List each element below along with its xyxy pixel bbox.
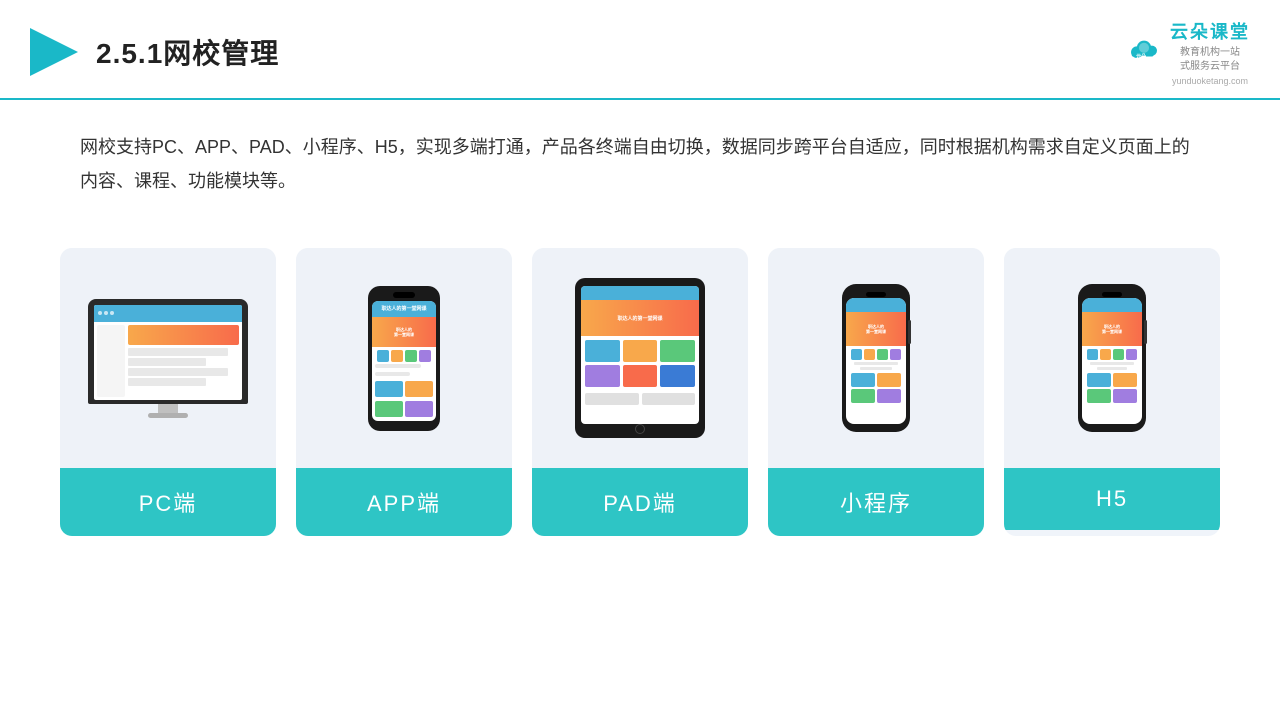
header-right: 云朵 云朵课堂 教育机构一站式服务云平台 yunduoketang.com [1126,18,1250,86]
page-title: 2.5.1网校管理 [96,32,279,72]
brand-name: 云朵课堂 [1170,18,1250,44]
card-pc-label: PC端 [60,468,276,536]
card-pc-image [60,248,276,468]
platform-cards: PC端 职达人的第一堂网课 职达人的第一堂网课 [0,228,1280,556]
card-pad-label: PAD端 [532,468,748,536]
logo-arrow-icon [30,28,78,76]
phone-h5-mockup: 职达人的第一堂网课 [1078,284,1146,432]
phone-mini-mockup: 职达人的第一堂网课 [842,284,910,432]
brand-url: yunduoketang.com [1172,76,1248,86]
card-h5-label: H5 [1004,468,1220,530]
header-left: 2.5.1网校管理 [30,28,279,76]
card-miniprogram-label: 小程序 [768,468,984,536]
description-text: 网校支持PC、APP、PAD、小程序、H5，实现多端打通，产品各终端自由切换，数… [0,100,1280,218]
svg-text:云朵: 云朵 [1136,52,1147,59]
card-pad-image: 职达人的第一堂网课 [532,248,748,468]
description-content: 网校支持PC、APP、PAD、小程序、H5，实现多端打通，产品各终端自由切换，数… [80,137,1190,191]
card-h5: 职达人的第一堂网课 [1004,248,1220,536]
card-app-label: APP端 [296,468,512,536]
phone-mockup: 职达人的第一堂网课 职达人的第一堂网课 [368,286,440,431]
pc-mockup [88,299,248,418]
card-pc: PC端 [60,248,276,536]
card-app: 职达人的第一堂网课 职达人的第一堂网课 [296,248,512,536]
brand-logo: 云朵课堂 教育机构一站式服务云平台 yunduoketang.com [1170,18,1250,86]
page-header: 2.5.1网校管理 云朵 云朵课堂 教育机构一站式服务云平台 yunduoket… [0,0,1280,100]
card-app-image: 职达人的第一堂网课 职达人的第一堂网课 [296,248,512,468]
card-h5-image: 职达人的第一堂网课 [1004,248,1220,468]
brand-cloud-icon: 云朵 [1126,38,1162,67]
brand-tagline: 教育机构一站式服务云平台 [1180,46,1240,74]
card-miniprogram: 职达人的第一堂网课 [768,248,984,536]
tablet-mockup: 职达人的第一堂网课 [575,278,705,438]
card-pad: 职达人的第一堂网课 [532,248,748,536]
card-miniprogram-image: 职达人的第一堂网课 [768,248,984,468]
